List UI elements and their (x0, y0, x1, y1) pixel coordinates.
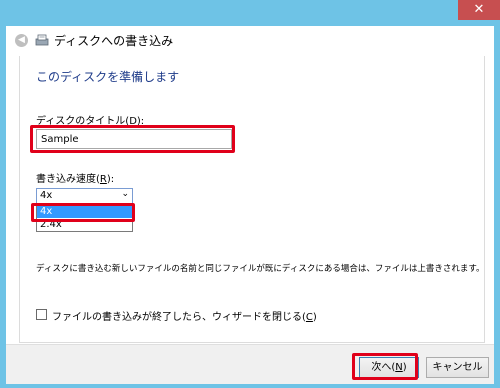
main-instruction: このディスクを準備します (36, 70, 180, 84)
overwrite-info-text: ディスクに書き込む新しいファイルの名前と同じファイルが既にディスクにある場合は、… (36, 264, 485, 274)
highlight-next-button (352, 353, 418, 380)
window-title-bar[interactable]: ✕ (0, 0, 500, 26)
close-wizard-checkbox[interactable] (36, 309, 47, 320)
window-frame-left (0, 26, 6, 388)
highlight-title-input (30, 125, 235, 153)
cancel-button[interactable]: キャンセル (426, 357, 489, 378)
back-arrow-icon[interactable]: ◀ (15, 34, 28, 47)
write-speed-selected-value: 4x (40, 190, 53, 201)
wizard-header: ◀ ディスクへの書き込み (6, 26, 494, 54)
wizard-title: ディスクへの書き込み (54, 34, 174, 48)
close-wizard-label[interactable]: ファイルの書き込みが終了したら、ウィザードを閉じる(C) (52, 308, 317, 323)
highlight-speed-option (31, 203, 135, 222)
close-icon[interactable]: ✕ (458, 0, 500, 20)
burn-disc-icon (35, 34, 49, 46)
write-speed-select[interactable]: 4x ⌄ (36, 188, 133, 204)
wizard-content-panel: このディスクを準備します ディスクのタイトル(D): 書き込み速度(R): 4x… (19, 56, 485, 343)
wizard-footer: 次へ(N) キャンセル (6, 344, 494, 384)
window-frame-right (494, 26, 500, 388)
window-frame-bottom (0, 384, 500, 388)
chevron-down-icon[interactable]: ⌄ (121, 189, 129, 199)
write-speed-label: 書き込み速度(R): (36, 174, 115, 185)
